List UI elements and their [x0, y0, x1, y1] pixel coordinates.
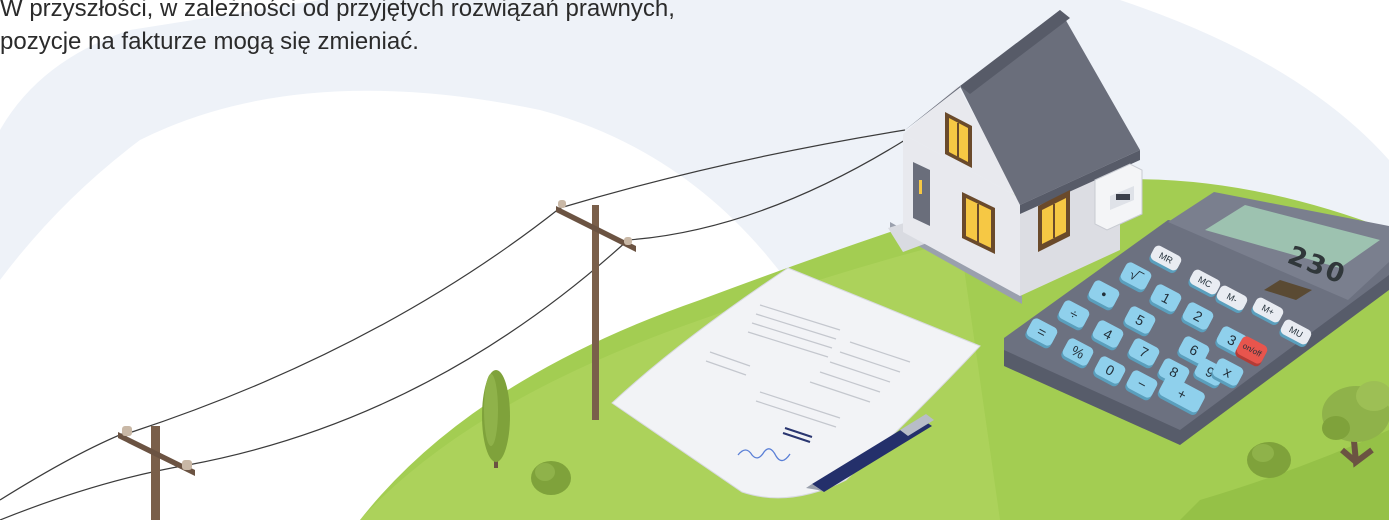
illustration: 230 MRMCM-M+MU=÷•√‾123%456 on/off078 9 x−+	[0, 0, 1389, 520]
caption-line-2: pozycje na fakturze mogą się zmieniać.	[0, 28, 419, 55]
bush-left	[531, 461, 571, 495]
caption: W przyszłości, w zależności od przyjętyc…	[0, 0, 675, 58]
caption-line-1: W przyszłości, w zależności od przyjętyc…	[0, 0, 675, 22]
power-pole-near	[118, 426, 195, 520]
bush-right	[1247, 442, 1291, 478]
